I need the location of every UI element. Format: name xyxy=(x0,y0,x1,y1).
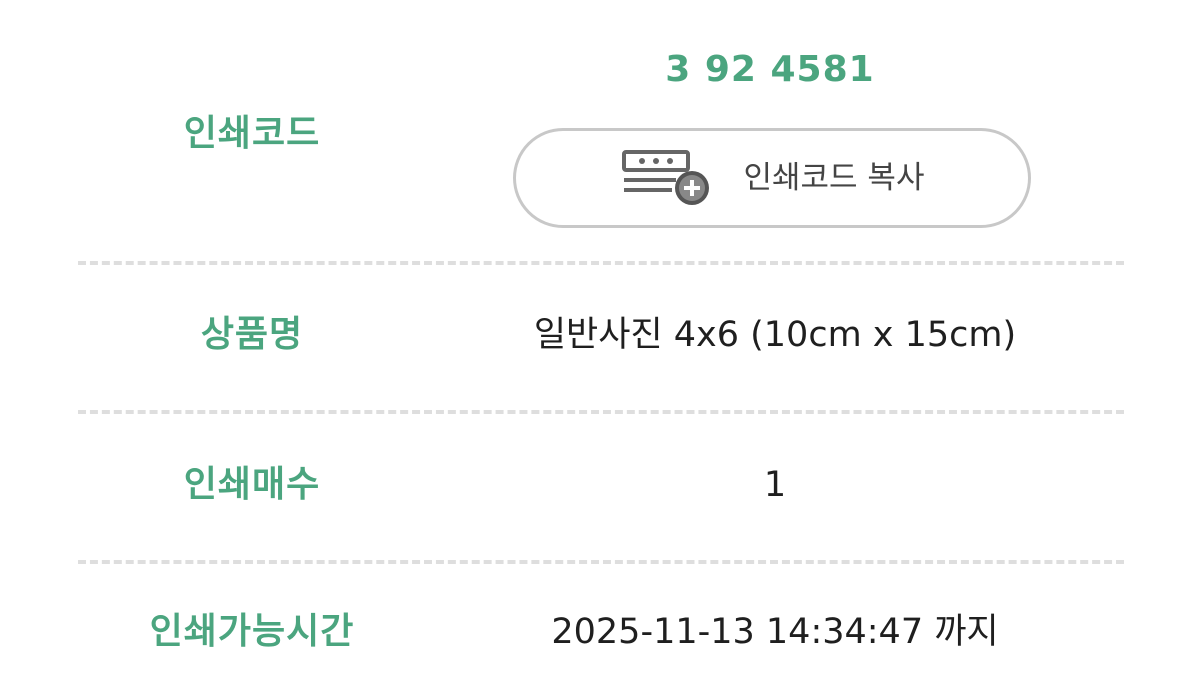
divider xyxy=(78,410,1124,414)
product-value: 일반사진 4x6 (10cm x 15cm) xyxy=(533,315,1017,355)
quantity-label: 인쇄매수 xyxy=(183,464,321,505)
code-plus-icon xyxy=(620,146,716,210)
copy-print-code-button[interactable]: 인쇄코드 복사 xyxy=(513,128,1031,228)
divider xyxy=(78,560,1124,564)
print-code-label: 인쇄코드 xyxy=(183,113,321,154)
print-info-panel: 인쇄코드 3 92 4581 인쇄코드 복사 상품명 일반사진 4x6 (10c… xyxy=(0,0,1200,700)
product-label: 상품명 xyxy=(200,314,304,355)
copy-button-label: 인쇄코드 복사 xyxy=(743,160,925,196)
quantity-value: 1 xyxy=(763,465,787,505)
print-code-value: 3 92 4581 xyxy=(665,49,875,90)
print-time-label: 인쇄가능시간 xyxy=(149,611,355,652)
divider xyxy=(78,261,1124,265)
print-time-value: 2025-11-13 14:34:47 까지 xyxy=(551,612,999,652)
